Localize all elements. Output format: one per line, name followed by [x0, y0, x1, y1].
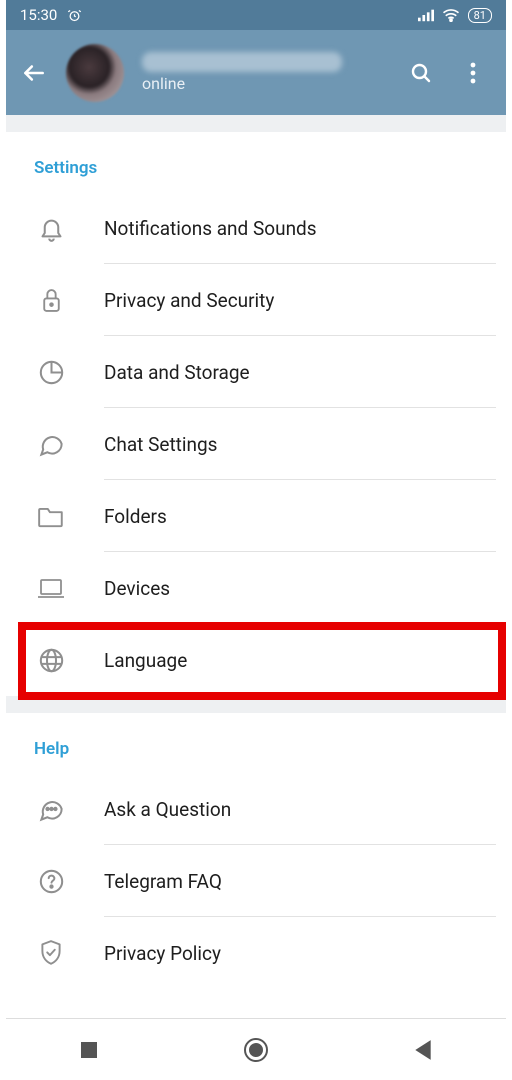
status-bar: 15:30 81 — [6, 0, 506, 30]
settings-row-language[interactable]: Language — [6, 624, 506, 696]
settings-row-privacy[interactable]: Privacy and Security — [6, 264, 506, 336]
settings-row-devices[interactable]: Devices — [6, 552, 506, 624]
bell-icon — [34, 211, 68, 245]
help-section-title: Help — [6, 713, 506, 773]
row-label: Telegram FAQ — [104, 870, 222, 893]
shield-check-icon — [34, 936, 68, 970]
folder-icon — [34, 499, 68, 533]
settings-row-chat[interactable]: Chat Settings — [6, 408, 506, 480]
lock-icon — [34, 283, 68, 317]
settings-row-notifications[interactable]: Notifications and Sounds — [6, 192, 506, 264]
search-button[interactable] — [408, 60, 434, 86]
settings-section-title: Settings — [6, 132, 506, 192]
help-row-faq[interactable]: Telegram FAQ — [6, 845, 506, 917]
laptop-icon — [34, 571, 68, 605]
alarm-icon — [67, 8, 82, 23]
row-label: Chat Settings — [104, 433, 217, 456]
chat-bubble-icon — [34, 427, 68, 461]
settings-row-folders[interactable]: Folders — [6, 480, 506, 552]
section-gap — [6, 696, 506, 713]
nav-home-button[interactable] — [236, 1030, 276, 1070]
back-button[interactable] — [20, 59, 48, 87]
chat-dots-icon — [34, 792, 68, 826]
wifi-icon — [442, 8, 460, 22]
battery-indicator: 81 — [468, 8, 492, 23]
avatar[interactable] — [66, 44, 124, 102]
row-label: Privacy Policy — [104, 942, 221, 965]
help-row-privacy-policy[interactable]: Privacy Policy — [6, 917, 506, 989]
globe-icon — [34, 643, 68, 677]
profile-name-blurred — [142, 52, 342, 72]
profile-header: online — [6, 30, 506, 115]
nav-back-button[interactable] — [403, 1030, 443, 1070]
section-gap — [6, 115, 506, 132]
row-label: Data and Storage — [104, 361, 250, 384]
nav-recents-button[interactable] — [69, 1030, 109, 1070]
row-label: Folders — [104, 505, 167, 528]
profile-status: online — [142, 74, 390, 93]
row-label: Ask a Question — [104, 798, 231, 821]
more-menu-button[interactable] — [460, 60, 486, 86]
settings-row-data[interactable]: Data and Storage — [6, 336, 506, 408]
row-label: Notifications and Sounds — [104, 217, 317, 240]
status-time: 15:30 — [20, 6, 57, 24]
pie-chart-icon — [34, 355, 68, 389]
row-label: Privacy and Security — [104, 289, 274, 312]
row-label: Devices — [104, 577, 170, 600]
signal-icon — [418, 8, 434, 22]
question-circle-icon — [34, 864, 68, 898]
android-nav-bar — [6, 1018, 506, 1080]
help-row-ask[interactable]: Ask a Question — [6, 773, 506, 845]
row-label: Language — [104, 649, 187, 672]
